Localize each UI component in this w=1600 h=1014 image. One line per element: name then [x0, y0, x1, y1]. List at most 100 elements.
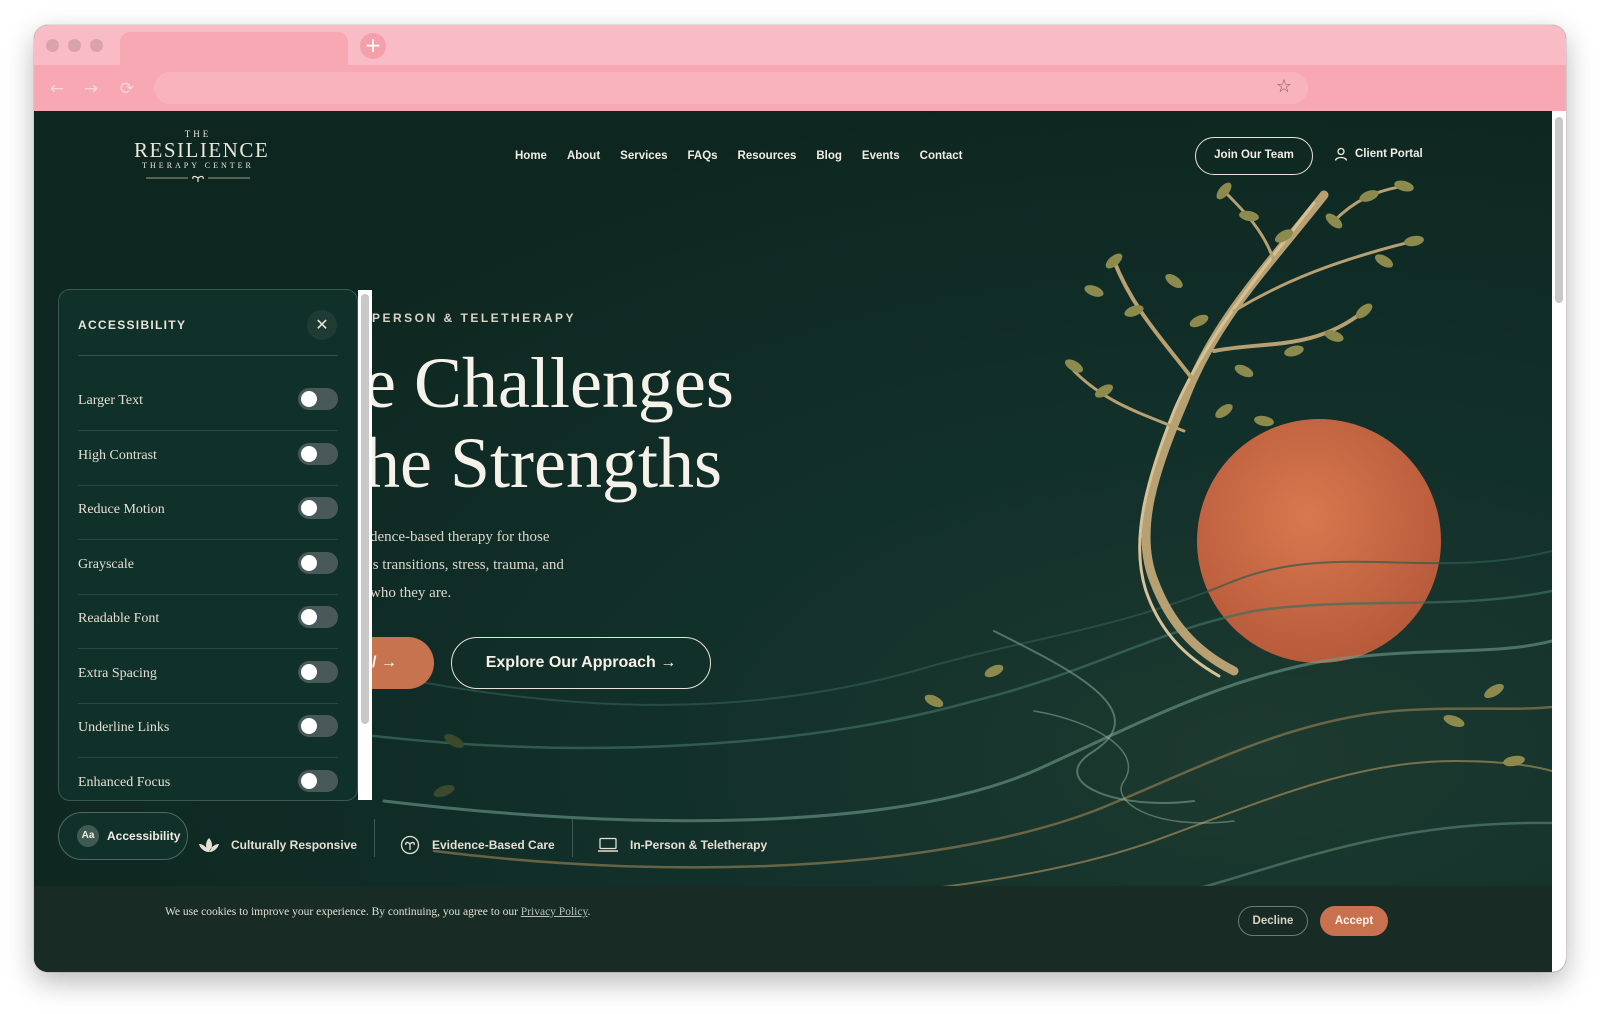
option-label: Underline Links [78, 720, 170, 735]
hero-description: dence-based therapy for those 's transit… [370, 523, 630, 607]
accessibility-panel: ACCESSIBILITY ✕ Larger Text High Contras… [58, 289, 358, 801]
page-viewport: THE RESILIENCE THERAPY CENTER Home About… [34, 111, 1566, 972]
hero-eyebrow: PERSON & TELETHERAPY [372, 311, 577, 325]
window-minimize-dot[interactable] [68, 39, 81, 52]
feature-divider [374, 819, 375, 857]
option-label: High Contrast [78, 448, 157, 463]
toggle-knob [301, 446, 317, 462]
logo-sprout-icon [146, 175, 250, 182]
client-portal-link[interactable]: Client Portal [1334, 147, 1423, 161]
feature-label-evidence-based: Evidence-Based Care [432, 838, 555, 852]
toggle-knob [301, 664, 317, 680]
hero-desc-line-1: dence-based therapy for those [370, 529, 550, 545]
reload-icon[interactable]: ⟳ [116, 78, 138, 100]
feature-in-person-teletherapy: In-Person & Teletherapy [597, 830, 767, 860]
underline-links-toggle[interactable] [298, 715, 338, 737]
nav-blog[interactable]: Blog [816, 150, 842, 162]
option-label: Reduce Motion [78, 502, 165, 517]
toggle-knob [301, 773, 317, 789]
nav-about[interactable]: About [567, 150, 600, 162]
option-label: Extra Spacing [78, 666, 157, 681]
sun-shape [1197, 419, 1441, 663]
reduce-motion-toggle[interactable] [298, 497, 338, 519]
toggle-knob [301, 500, 317, 516]
readable-font-toggle[interactable] [298, 606, 338, 628]
accessibility-aa-icon: Aa [77, 825, 99, 847]
new-tab-icon[interactable]: + [360, 33, 386, 59]
browser-tab-bar: + [34, 25, 1566, 68]
enhanced-focus-toggle[interactable] [298, 770, 338, 792]
cookie-text: We use cookies to improve your experienc… [165, 906, 521, 918]
nav-contact[interactable]: Contact [920, 150, 963, 162]
hero-desc-line-3: who they are. [370, 585, 452, 601]
panel-scrollbar[interactable] [358, 290, 372, 800]
laptop-icon [598, 837, 618, 852]
accessibility-panel-title: ACCESSIBILITY [78, 318, 187, 332]
toggle-knob [301, 718, 317, 734]
window-close-dot[interactable] [46, 39, 59, 52]
accept-button[interactable]: Accept [1320, 906, 1388, 936]
back-icon[interactable]: ← [46, 78, 68, 100]
privacy-policy-link[interactable]: Privacy Policy [521, 906, 588, 918]
cookie-text-end: . [587, 906, 591, 918]
toggle-knob [301, 391, 317, 407]
accessibility-toggle-button[interactable]: Aa Accessibility [58, 812, 188, 860]
main-nav: Home About Services FAQs Resources Blog … [515, 150, 962, 162]
option-label: Enhanced Focus [78, 775, 171, 790]
option-extra-spacing: Extra Spacing [78, 649, 338, 704]
sprout-circle-icon [400, 835, 420, 855]
nav-faqs[interactable]: FAQs [688, 150, 718, 162]
cookie-banner: We use cookies to improve your experienc… [34, 886, 1552, 972]
logo-line-name: RESILIENCE [134, 138, 270, 162]
option-underline-links: Underline Links [78, 703, 338, 758]
high-contrast-toggle[interactable] [298, 443, 338, 465]
extra-spacing-toggle[interactable] [298, 661, 338, 683]
hero-title-line-1: e Challenges [364, 343, 734, 423]
option-larger-text: Larger Text [78, 376, 338, 431]
toggle-knob [301, 555, 317, 571]
option-label: Larger Text [78, 393, 143, 408]
panel-divider [78, 355, 338, 356]
forward-icon[interactable]: → [80, 78, 102, 100]
browser-tab[interactable] [120, 32, 348, 68]
address-bar[interactable]: ☆ [154, 72, 1308, 104]
logo-line-sub: THERAPY CENTER [142, 161, 254, 170]
feature-divider [572, 819, 573, 857]
feature-label-culturally-responsive: Culturally Responsive [231, 838, 358, 852]
lotus-icon [199, 838, 219, 852]
window-maximize-dot[interactable] [90, 39, 103, 52]
explore-approach-button[interactable]: Explore Our Approach → [451, 637, 711, 689]
site-logo[interactable]: THE RESILIENCE THERAPY CENTER [134, 129, 270, 188]
user-icon [1334, 147, 1348, 161]
option-readable-font: Readable Font [78, 594, 338, 649]
option-reduce-motion: Reduce Motion [78, 485, 338, 540]
decline-button[interactable]: Decline [1238, 906, 1308, 936]
feature-label-in-person-teletherapy: In-Person & Teletherapy [630, 838, 768, 852]
close-icon[interactable]: ✕ [307, 310, 337, 340]
cookie-message: We use cookies to improve your experienc… [165, 906, 590, 918]
browser-window: + ← → ⟳ ☆ THE RESILIENCE THERAPY CENTER … [34, 25, 1566, 972]
option-label: Readable Font [78, 611, 160, 626]
toggle-knob [301, 609, 317, 625]
client-portal-label: Client Portal [1355, 148, 1423, 160]
feature-evidence-based: Evidence-Based Care [400, 830, 555, 860]
accessibility-button-label: Accessibility [107, 829, 181, 843]
hero-title-line-2: he Strengths [364, 423, 722, 503]
bookmark-star-icon[interactable]: ☆ [1276, 76, 1292, 97]
option-label: Grayscale [78, 557, 134, 572]
nav-events[interactable]: Events [862, 150, 900, 162]
nav-home[interactable]: Home [515, 150, 547, 162]
page-scroll-thumb[interactable] [1555, 117, 1563, 303]
option-grayscale: Grayscale [78, 540, 338, 595]
join-our-team-button[interactable]: Join Our Team [1195, 137, 1313, 175]
nav-resources[interactable]: Resources [738, 150, 797, 162]
panel-scroll-thumb[interactable] [361, 294, 369, 724]
page-scrollbar[interactable] [1552, 111, 1566, 972]
grayscale-toggle[interactable] [298, 552, 338, 574]
nav-services[interactable]: Services [620, 150, 667, 162]
hero-desc-line-2: 's transitions, stress, trauma, and [370, 557, 564, 573]
feature-culturally-responsive: Culturally Responsive [198, 830, 357, 860]
hero-title: e Challenges he Strengths [364, 343, 734, 503]
larger-text-toggle[interactable] [298, 388, 338, 410]
option-enhanced-focus: Enhanced Focus [78, 758, 338, 800]
